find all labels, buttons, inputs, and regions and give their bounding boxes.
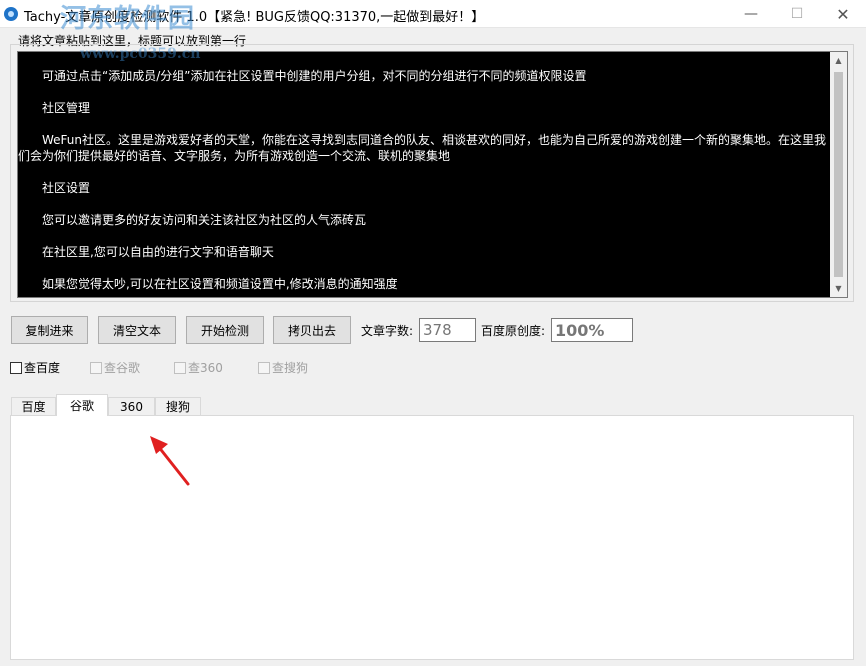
checkbox-box[interactable]: [10, 361, 22, 374]
start-check-button[interactable]: 开始检测: [186, 316, 264, 344]
close-button[interactable]: ✕: [820, 0, 866, 28]
app-icon: [4, 7, 18, 21]
check-sogou-label: 查搜狗: [272, 361, 309, 375]
tab-baidu[interactable]: 百度: [11, 397, 56, 415]
checkbox-box[interactable]: [90, 361, 102, 374]
check-360-label: 查360: [188, 361, 223, 375]
minimize-button[interactable]: —: [728, 0, 774, 28]
check-baidu-checkbox[interactable]: 查百度: [10, 359, 60, 376]
originality-label: 百度原创度:: [481, 324, 546, 338]
copy-in-button[interactable]: 复制进来: [11, 316, 88, 344]
scroll-up-icon[interactable]: ▲: [830, 52, 847, 69]
tab-google[interactable]: 谷歌: [56, 394, 108, 416]
article-textarea[interactable]: 可通过点击“添加成员/分组”添加在社区设置中创建的用户分组，对不同的分组进行不同…: [17, 51, 848, 298]
article-line: WeFun社区。这里是游戏爱好者的天堂，你能在这寻找到志同道合的队友、相谈甚欢的…: [18, 133, 827, 163]
watermark-url: www.pc0359.cn: [80, 46, 201, 62]
textarea-scrollbar[interactable]: ▲ ▼: [830, 52, 847, 297]
originality-field[interactable]: 100%: [551, 318, 633, 342]
checkbox-box[interactable]: [174, 361, 186, 374]
article-line: 在社区里,您可以自由的进行文字和语音聊天: [42, 245, 274, 259]
scroll-thumb[interactable]: [834, 72, 843, 277]
word-count-field[interactable]: 378: [419, 318, 476, 342]
tab-sogou[interactable]: 搜狗: [155, 397, 201, 415]
check-google-checkbox[interactable]: 查谷歌: [90, 359, 140, 376]
article-line: 您可以邀请更多的好友访问和关注该社区为社区的人气添砖瓦: [42, 213, 367, 227]
check-sogou-checkbox[interactable]: 查搜狗: [258, 359, 308, 376]
word-count-label: 文章字数:: [361, 324, 414, 338]
check-google-label: 查谷歌: [104, 361, 141, 375]
clear-text-button[interactable]: 清空文本: [98, 316, 176, 344]
maximize-button[interactable]: ☐: [774, 0, 820, 28]
article-line: 如果您觉得太吵,可以在社区设置和频道设置中,修改消息的通知强度: [42, 277, 398, 291]
article-line: 社区设置: [42, 181, 91, 195]
scroll-down-icon[interactable]: ▼: [830, 280, 847, 297]
annotation-arrow-icon: [150, 436, 190, 486]
article-text-content[interactable]: 可通过点击“添加成员/分组”添加在社区设置中创建的用户分组，对不同的分组进行不同…: [18, 52, 830, 297]
copy-out-button[interactable]: 拷贝出去: [273, 316, 351, 344]
check-baidu-label: 查百度: [24, 361, 61, 375]
watermark-text: 河东软件园: [60, 4, 196, 34]
tab-panel: [10, 415, 854, 660]
article-line: 可通过点击“添加成员/分组”添加在社区设置中创建的用户分组，对不同的分组进行不同…: [42, 69, 587, 83]
tab-360[interactable]: 360: [108, 397, 155, 415]
article-line: 社区管理: [42, 101, 91, 115]
checkbox-box[interactable]: [258, 361, 270, 374]
title-bar: Tachy-文章原创度检测软件 1.0【紧急! BUG反馈QQ:31370,一起…: [0, 0, 866, 34]
check-360-checkbox[interactable]: 查360: [174, 359, 223, 376]
